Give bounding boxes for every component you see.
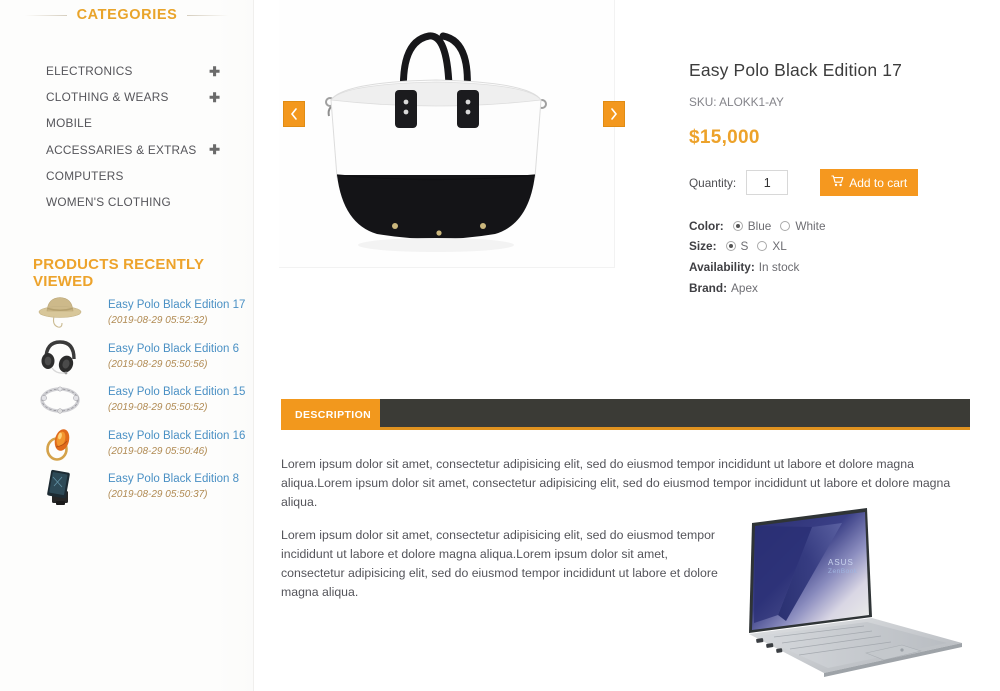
gemstone-ring-thumbnail xyxy=(32,422,88,465)
list-item[interactable]: Easy Polo Black Edition 8 (2019-08-29 05… xyxy=(32,465,254,509)
plus-icon[interactable]: ✚ xyxy=(209,143,220,156)
viewed-timestamp: (2019-08-29 05:50:37) xyxy=(108,489,208,501)
list-item-text: Easy Polo Black Edition 15 (2019-08-29 0… xyxy=(88,386,245,413)
product-price: $15,000 xyxy=(689,127,760,148)
product-sku: SKU: ALOKK1-AY xyxy=(689,95,784,109)
product-info: Easy Polo Black Edition 17 SKU: ALOKK1-A… xyxy=(689,60,989,302)
list-item-text: Easy Polo Black Edition 8 (2019-08-29 05… xyxy=(88,473,239,500)
tab-label: DESCRIPTION xyxy=(295,408,372,421)
color-label: Color: xyxy=(689,219,724,233)
add-to-cart-label: Add to cart xyxy=(849,175,908,190)
shopping-cart-icon xyxy=(831,175,849,190)
option-label: Blue xyxy=(747,219,772,233)
list-item[interactable]: Easy Polo Black Edition 16 (2019-08-29 0… xyxy=(32,422,254,466)
option-label: XL xyxy=(772,239,787,253)
recently-viewed-heading: PRODUCTS RECENTLY VIEWED xyxy=(33,256,204,290)
straw-hat-thumbnail xyxy=(32,291,88,334)
product-link[interactable]: Easy Polo Black Edition 8 xyxy=(108,473,239,487)
size-option-xl[interactable]: XL xyxy=(757,239,787,253)
chevron-left-icon xyxy=(290,108,298,120)
list-item[interactable]: Easy Polo Black Edition 6 (2019-08-29 05… xyxy=(32,335,254,379)
tab-bar: DESCRIPTION xyxy=(281,399,970,430)
page-title: Easy Polo Black Edition 17 xyxy=(689,60,903,80)
brand-row: Brand: Apex xyxy=(689,281,989,295)
category-label: MOBILE xyxy=(46,116,93,131)
brand-label: Brand: xyxy=(689,281,728,295)
sidebar-item-accessaries-extras[interactable]: ACCESSARIES & EXTRAS ✚ xyxy=(0,137,254,163)
brand-value: Apex xyxy=(731,281,758,295)
gallery-prev-button[interactable] xyxy=(283,101,305,127)
description-paragraph: Lorem ipsum dolor sit amet, consectetur … xyxy=(281,528,718,600)
viewed-timestamp: (2019-08-29 05:50:56) xyxy=(108,358,208,370)
category-label: CLOTHING & WEARS xyxy=(46,90,169,105)
bracelet-thumbnail xyxy=(32,378,88,421)
plus-icon[interactable]: ✚ xyxy=(209,65,220,78)
tab-description[interactable]: DESCRIPTION xyxy=(281,399,380,430)
availability-label: Availability: xyxy=(689,260,755,274)
radio-button[interactable] xyxy=(732,221,743,231)
availability-row: Availability: In stock xyxy=(689,260,989,274)
sidebar: CATEGORIES ELECTRONICS ✚ CLOTHING & WEAR… xyxy=(0,0,254,691)
svg-text:ASUS: ASUS xyxy=(828,558,854,567)
quantity-input[interactable] xyxy=(746,170,789,195)
categories-heading-text: CATEGORIES xyxy=(24,7,230,23)
white-black-handbag-image xyxy=(297,12,597,267)
viewed-timestamp: (2019-08-29 05:52:32) xyxy=(108,315,208,327)
size-label: Size: xyxy=(689,239,717,253)
radio-button[interactable] xyxy=(725,241,736,251)
color-option-white[interactable]: White xyxy=(780,219,826,233)
headphones-thumbnail xyxy=(32,335,88,378)
quantity-row: Quantity: Add to cart xyxy=(689,169,989,196)
phone-holder-thumbnail xyxy=(32,465,88,508)
radio-button[interactable] xyxy=(757,241,768,251)
product-attributes: Color: Blue White Size: S XL Availabilit… xyxy=(689,219,989,295)
product-image-container[interactable] xyxy=(279,0,615,268)
svg-text:ZenBook: ZenBook xyxy=(828,568,858,575)
size-option-s[interactable]: S xyxy=(725,239,749,253)
category-label: ELECTRONICS xyxy=(46,64,133,79)
chevron-right-icon xyxy=(610,108,618,120)
color-option-row: Color: Blue White xyxy=(689,219,989,233)
category-label: WOMEN'S CLOTHING xyxy=(46,195,171,210)
size-option-row: Size: S XL xyxy=(689,239,989,253)
sidebar-item-electronics[interactable]: ELECTRONICS ✚ xyxy=(0,58,254,84)
recently-viewed-list: Easy Polo Black Edition 17 (2019-08-29 0… xyxy=(32,291,254,509)
viewed-timestamp: (2019-08-29 05:50:46) xyxy=(108,445,208,457)
list-item-text: Easy Polo Black Edition 6 (2019-08-29 05… xyxy=(88,343,239,370)
sidebar-item-womens-clothing[interactable]: WOMEN'S CLOTHING ✚ xyxy=(0,189,254,215)
availability-value: In stock xyxy=(758,260,800,274)
category-list: ELECTRONICS ✚ CLOTHING & WEARS ✚ MOBILE … xyxy=(0,58,254,215)
category-label: ACCESSARIES & EXTRAS xyxy=(46,142,197,157)
viewed-timestamp: (2019-08-29 05:50:52) xyxy=(108,402,208,414)
silver-laptop-photo: ASUS ZenBook xyxy=(716,503,981,678)
sidebar-item-mobile[interactable]: MOBILE ✚ xyxy=(0,110,254,136)
product-link[interactable]: Easy Polo Black Edition 6 xyxy=(108,343,239,357)
add-to-cart-button[interactable]: Add to cart xyxy=(820,169,919,196)
category-label: COMPUTERS xyxy=(46,168,124,183)
product-link[interactable]: Easy Polo Black Edition 16 xyxy=(108,430,245,444)
gallery-next-button[interactable] xyxy=(603,101,625,127)
list-item-text: Easy Polo Black Edition 16 (2019-08-29 0… xyxy=(88,430,245,457)
radio-button[interactable] xyxy=(780,221,791,231)
option-label: White xyxy=(795,219,826,233)
product-detail-page: CATEGORIES ELECTRONICS ✚ CLOTHING & WEAR… xyxy=(0,0,1000,691)
product-link[interactable]: Easy Polo Black Edition 17 xyxy=(108,299,245,313)
product-link[interactable]: Easy Polo Black Edition 15 xyxy=(108,386,245,400)
sidebar-item-clothing-wears[interactable]: CLOTHING & WEARS ✚ xyxy=(0,84,254,110)
option-label: S xyxy=(740,239,749,253)
categories-heading: CATEGORIES xyxy=(0,6,254,24)
quantity-label: Quantity: xyxy=(689,175,737,190)
list-item[interactable]: Easy Polo Black Edition 15 (2019-08-29 0… xyxy=(32,378,254,422)
list-item-text: Easy Polo Black Edition 17 (2019-08-29 0… xyxy=(88,299,245,326)
sidebar-item-computers[interactable]: COMPUTERS ✚ xyxy=(0,163,254,189)
list-item[interactable]: Easy Polo Black Edition 17 (2019-08-29 0… xyxy=(32,291,254,335)
plus-icon[interactable]: ✚ xyxy=(209,91,220,104)
color-option-blue[interactable]: Blue xyxy=(732,219,772,233)
